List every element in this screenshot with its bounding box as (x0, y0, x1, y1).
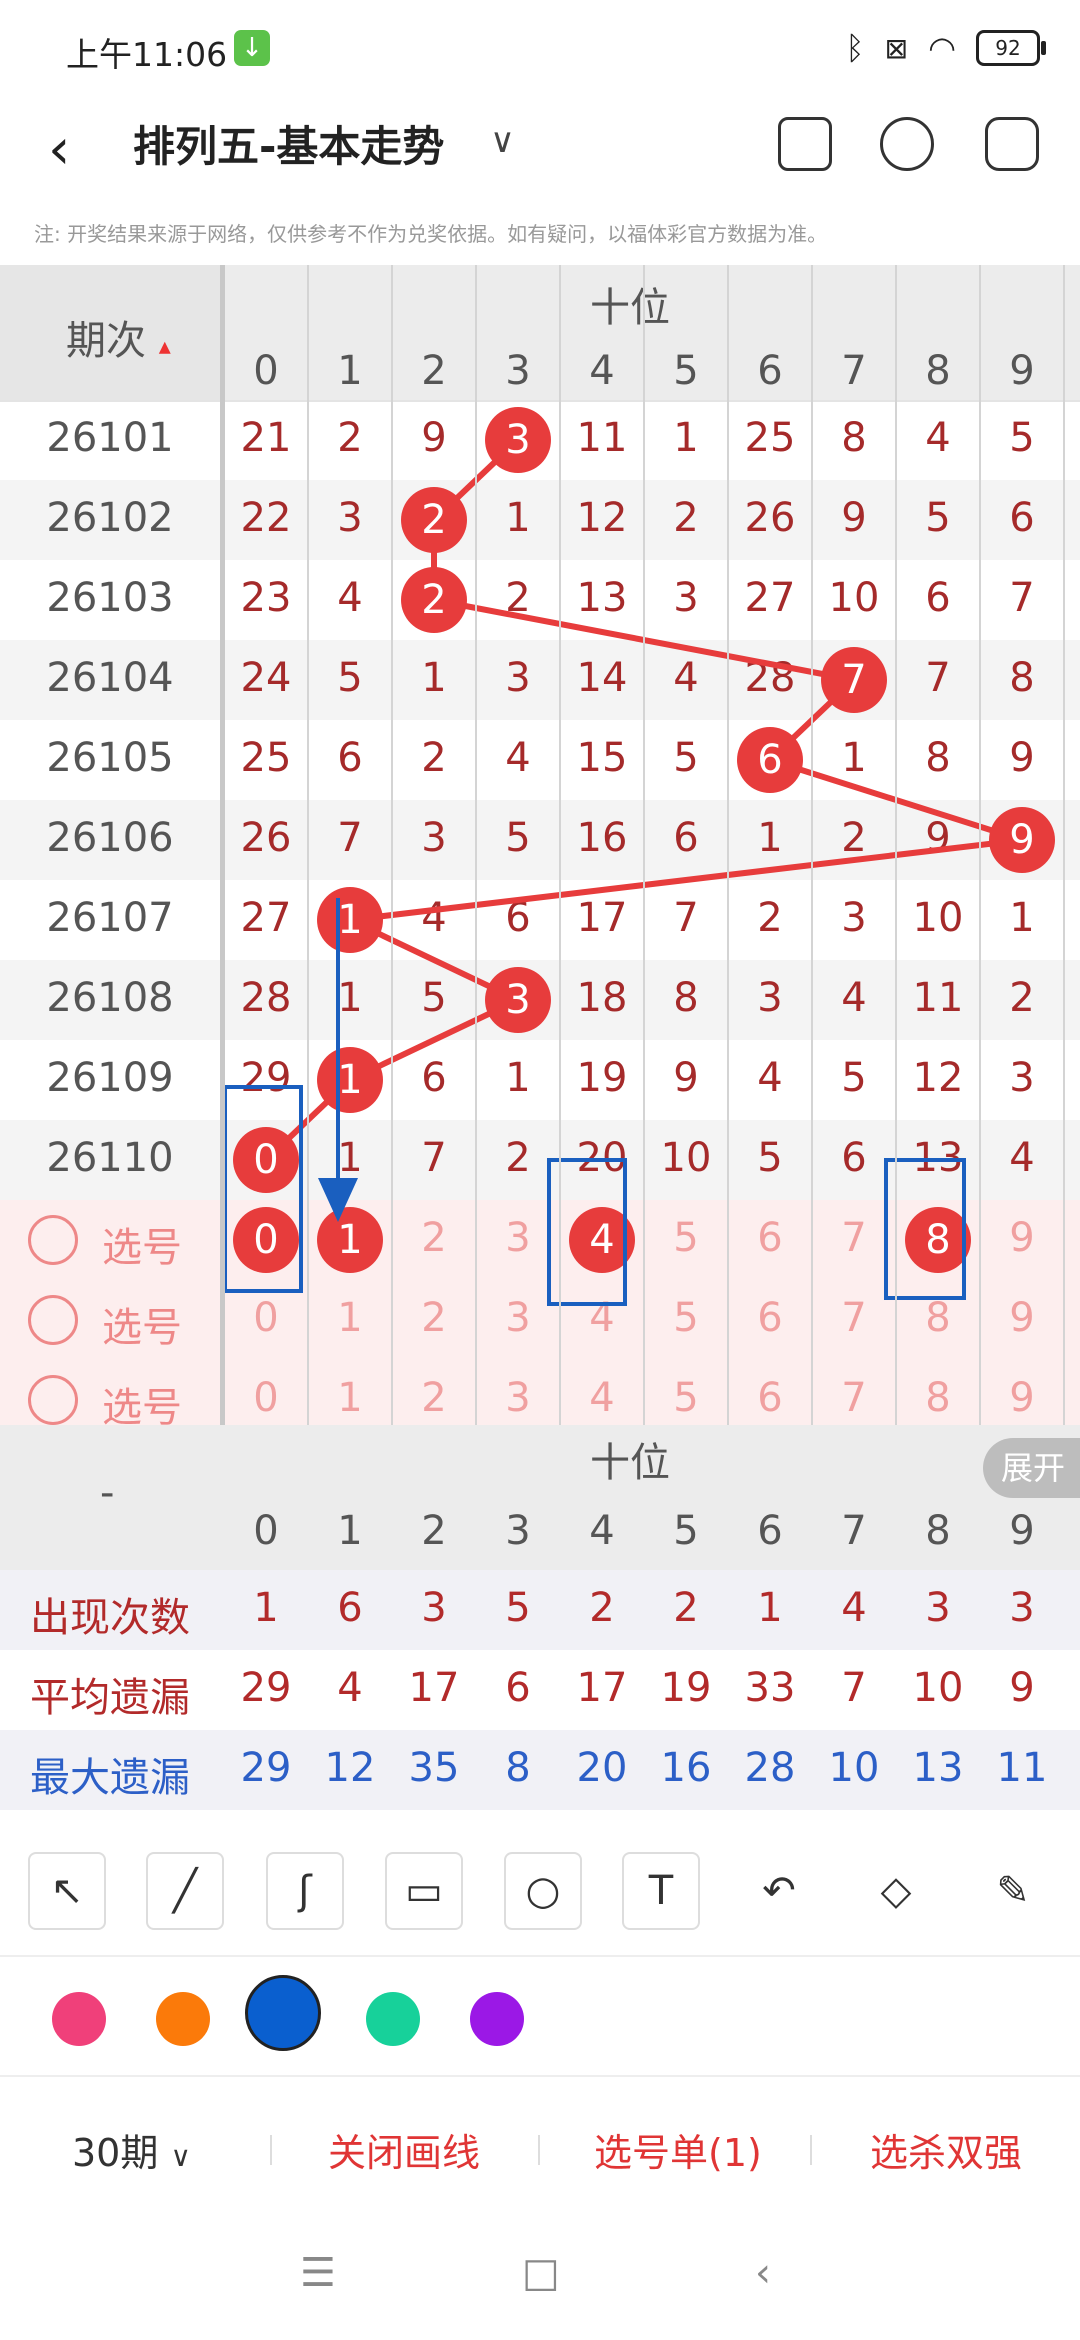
clear-icon[interactable]: ✎ (974, 1852, 1052, 1930)
stats-group-header: 十位 (590, 1440, 670, 1486)
color-swatch-4[interactable] (470, 1992, 524, 2046)
color-palette (0, 1955, 1080, 2077)
stats-digit-header: 1 (337, 1508, 363, 1554)
stats-value: 10 (912, 1665, 964, 1711)
divider (538, 2135, 540, 2165)
stats-row-label: 最大遗漏 (30, 1755, 190, 1801)
stats-value: 6 (505, 1665, 531, 1711)
stats-value: 4 (337, 1665, 363, 1711)
stats-digit-header: 9 (1009, 1508, 1035, 1554)
color-swatch-2[interactable] (245, 1975, 321, 2051)
stats-value: 3 (1009, 1585, 1035, 1631)
stats-digit-header: 7 (841, 1508, 867, 1554)
stats-value: 12 (324, 1745, 376, 1791)
stats-digit-header: 8 (925, 1508, 951, 1554)
column-line (811, 265, 813, 1425)
arrow-tool-icon[interactable]: ↖ (28, 1852, 106, 1930)
stats-value: 13 (912, 1745, 964, 1791)
stats-value: 9 (1009, 1665, 1035, 1711)
stats-value: 7 (841, 1665, 867, 1711)
circle-tool-icon[interactable]: ○ (504, 1852, 582, 1930)
stats-value: 1 (253, 1585, 279, 1631)
stats-value: 5 (505, 1585, 531, 1631)
column-line (559, 265, 561, 1425)
stats-digit-header: 5 (673, 1508, 699, 1554)
divider (810, 2135, 812, 2165)
bottom-bar: 30期 ∨ 关闭画线 选号单(1) 选杀双强 (0, 2075, 1080, 2212)
column-line (895, 265, 897, 1425)
drawing-toolbar: ↖ ╱ ʃ ▭ ○ T ↶ ◇ ✎ (0, 1830, 1080, 1955)
stats-cutoff-row (0, 1818, 1080, 1830)
stats-row-label: 平均遗漏 (30, 1675, 190, 1721)
column-line (727, 265, 729, 1425)
stats-digit-header: 0 (253, 1508, 279, 1554)
stats-value: 2 (673, 1585, 699, 1631)
stats-value: 19 (660, 1665, 712, 1711)
column-line (979, 265, 981, 1425)
stats-value: 8 (505, 1745, 531, 1791)
chevron-down-icon: ∨ (170, 2140, 191, 2173)
column-line (643, 265, 645, 1425)
stats-digit-header: 4 (589, 1508, 615, 1554)
period-selector-label: 30期 (72, 2131, 159, 2175)
divider (270, 2135, 272, 2165)
menu-icon[interactable]: ☰ (300, 2250, 336, 2296)
column-line (391, 265, 393, 1425)
text-tool-icon[interactable]: T (622, 1852, 700, 1930)
rect-tool-icon[interactable]: ▭ (385, 1852, 463, 1930)
eraser-icon[interactable]: ◇ (857, 1852, 935, 1930)
back-nav-icon[interactable]: ‹ (755, 2250, 771, 2296)
stats-value: 11 (996, 1745, 1048, 1791)
curve-tool-icon[interactable]: ʃ (266, 1852, 344, 1930)
stats-row-label: 出现次数 (30, 1595, 190, 1641)
stats-value: 20 (576, 1745, 628, 1791)
system-nav-bar: ☰ □ ‹ (0, 2210, 1080, 2340)
pick-list-button[interactable]: 选号单(1) (594, 2122, 762, 2177)
column-line (307, 265, 309, 1425)
expand-button[interactable]: 展开 (983, 1438, 1080, 1498)
stats-value: 1 (757, 1585, 783, 1631)
color-swatch-0[interactable] (52, 1992, 106, 2046)
stats-digit-header: 3 (505, 1508, 531, 1554)
home-icon[interactable]: □ (522, 2250, 560, 2296)
stats-value: 29 (240, 1745, 292, 1791)
stats-value: 6 (337, 1585, 363, 1631)
stats-digit-header: 6 (757, 1508, 783, 1554)
stats-value: 29 (240, 1665, 292, 1711)
column-line (475, 265, 477, 1425)
color-swatch-1[interactable] (156, 1992, 210, 2046)
kill-button[interactable]: 选杀双强 (870, 2122, 1022, 2177)
column-line (220, 265, 225, 1425)
stats-value: 35 (408, 1745, 460, 1791)
close-draw-button[interactable]: 关闭画线 (328, 2122, 480, 2177)
line-tool-icon[interactable]: ╱ (146, 1852, 224, 1930)
stats-value: 4 (841, 1585, 867, 1631)
stats-value: 10 (828, 1745, 880, 1791)
stats-separator: - (100, 1470, 115, 1516)
column-line (1063, 265, 1065, 1425)
undo-icon[interactable]: ↶ (740, 1852, 818, 1930)
stats-value: 33 (744, 1665, 796, 1711)
stats-value: 16 (660, 1745, 712, 1791)
stats-value: 17 (576, 1665, 628, 1711)
stats-value: 2 (589, 1585, 615, 1631)
color-swatch-3[interactable] (366, 1992, 420, 2046)
stats-value: 3 (925, 1585, 951, 1631)
stats-value: 28 (744, 1745, 796, 1791)
stats-value: 17 (408, 1665, 460, 1711)
stats-digit-header: 2 (421, 1508, 447, 1554)
stats-value: 3 (421, 1585, 447, 1631)
period-selector[interactable]: 30期 ∨ (72, 2122, 191, 2177)
